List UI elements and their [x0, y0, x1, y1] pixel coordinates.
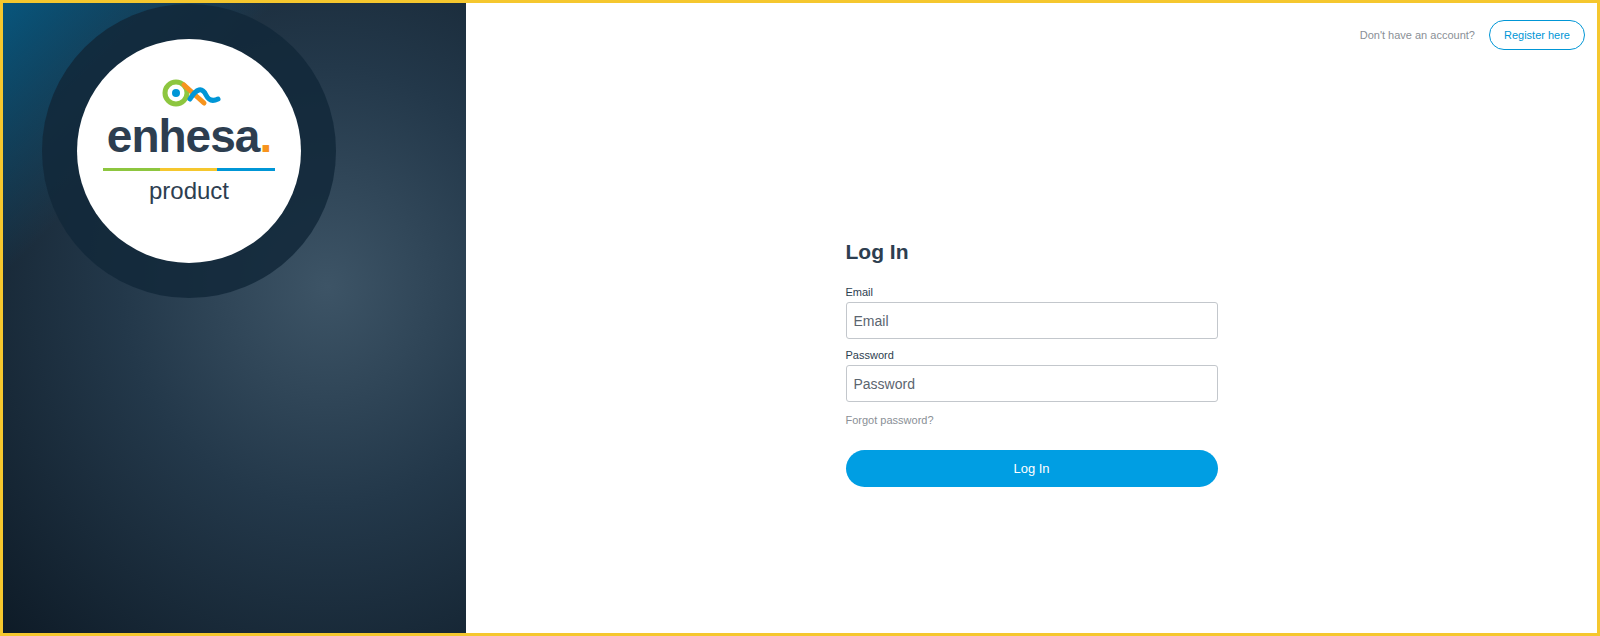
login-form: Log In Email Password Forgot password? Log I… — [846, 240, 1218, 487]
form-title: Log In — [846, 240, 1218, 264]
field-label: Password — [846, 349, 1218, 361]
login-button[interactable]: Log In — [846, 450, 1218, 487]
form-field: Password — [846, 349, 1218, 402]
register-button[interactable]: Register here — [1489, 20, 1585, 50]
hero-panel: enhesa. product — [3, 3, 466, 633]
main-panel: Don't have an account? Register here Log I… — [466, 3, 1597, 633]
brand-name: enhesa. — [107, 111, 271, 162]
register-prompt: Don't have an account? — [1360, 29, 1475, 41]
field-input[interactable] — [846, 302, 1218, 339]
brand-rule — [103, 168, 275, 171]
infinity-icon — [156, 75, 222, 111]
top-bar: Don't have an account? Register here — [466, 3, 1597, 50]
form-field: Email — [846, 286, 1218, 339]
forgot-password-link[interactable]: Forgot password? — [846, 414, 1218, 426]
field-label: Email — [846, 286, 1218, 298]
brand-subtitle: product — [149, 177, 229, 205]
field-input[interactable] — [846, 365, 1218, 402]
logo-ring: enhesa. product — [42, 4, 336, 298]
login-page: enhesa. product Don't have an account? Regi… — [0, 0, 1600, 636]
brand-logo: enhesa. product — [77, 39, 301, 263]
